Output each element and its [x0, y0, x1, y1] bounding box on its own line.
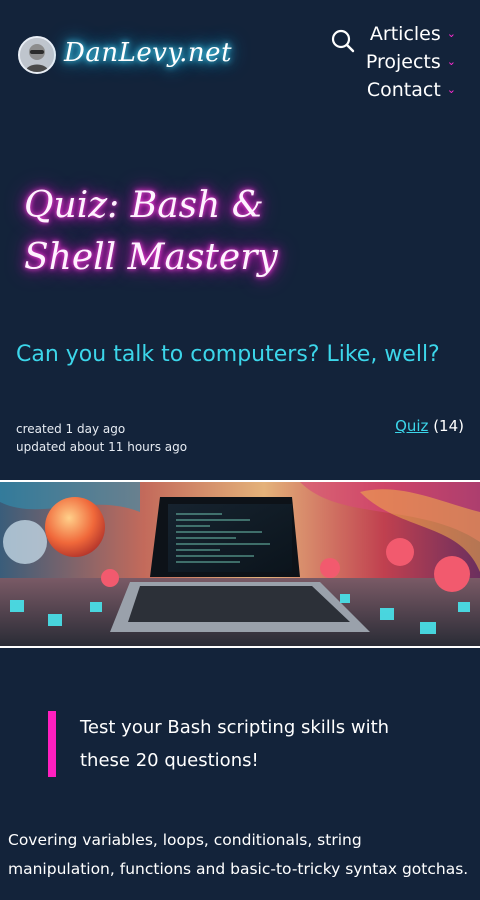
callout-line-1: Test your Bash scripting skills with: [80, 717, 390, 738]
intro-paragraph: Covering variables, loops, conditionals,…: [8, 831, 469, 878]
nav-projects[interactable]: Projects ⌄: [366, 48, 456, 76]
callout-line-2: these 20 questions!: [80, 750, 259, 771]
nav-articles-label: Articles: [369, 23, 441, 45]
main-nav: Articles ⌄ Projects ⌄ Contact ⌄: [366, 20, 456, 104]
search-icon[interactable]: [330, 28, 356, 54]
callout-quote: Test your Bash scripting skills with the…: [48, 711, 410, 777]
hero-image: [0, 480, 480, 648]
chevron-down-icon: ⌄: [446, 27, 456, 40]
chevron-down-icon: ⌄: [446, 55, 456, 68]
created-date: created 1 day ago: [16, 422, 126, 436]
nav-projects-label: Projects: [365, 51, 441, 73]
updated-date: updated about 11 hours ago: [16, 440, 188, 454]
page-title-line-2: Shell Mastery: [24, 237, 278, 278]
post-meta: created 1 day ago updated about 11 hours…: [16, 420, 187, 456]
page-title-line-1: Quiz: Bash &: [24, 185, 264, 226]
nav-articles[interactable]: Articles ⌄: [366, 20, 456, 48]
chevron-down-icon: ⌄: [446, 83, 456, 96]
page-subtitle: Can you talk to computers? Like, well?: [16, 342, 440, 367]
category-count: (14): [433, 417, 464, 435]
nav-contact[interactable]: Contact ⌄: [366, 76, 456, 104]
category-link[interactable]: Quiz: [395, 417, 428, 435]
category-tag: Quiz (14): [395, 417, 464, 435]
avatar[interactable]: [18, 36, 56, 74]
site-header: DanLevy.net Articles ⌄ Projects ⌄ Contact ⌄: [0, 0, 480, 110]
site-logo[interactable]: DanLevy.net: [64, 38, 232, 68]
nav-contact-label: Contact: [366, 79, 441, 101]
page-title: Quiz: Bash & Shell Mastery: [24, 180, 324, 284]
